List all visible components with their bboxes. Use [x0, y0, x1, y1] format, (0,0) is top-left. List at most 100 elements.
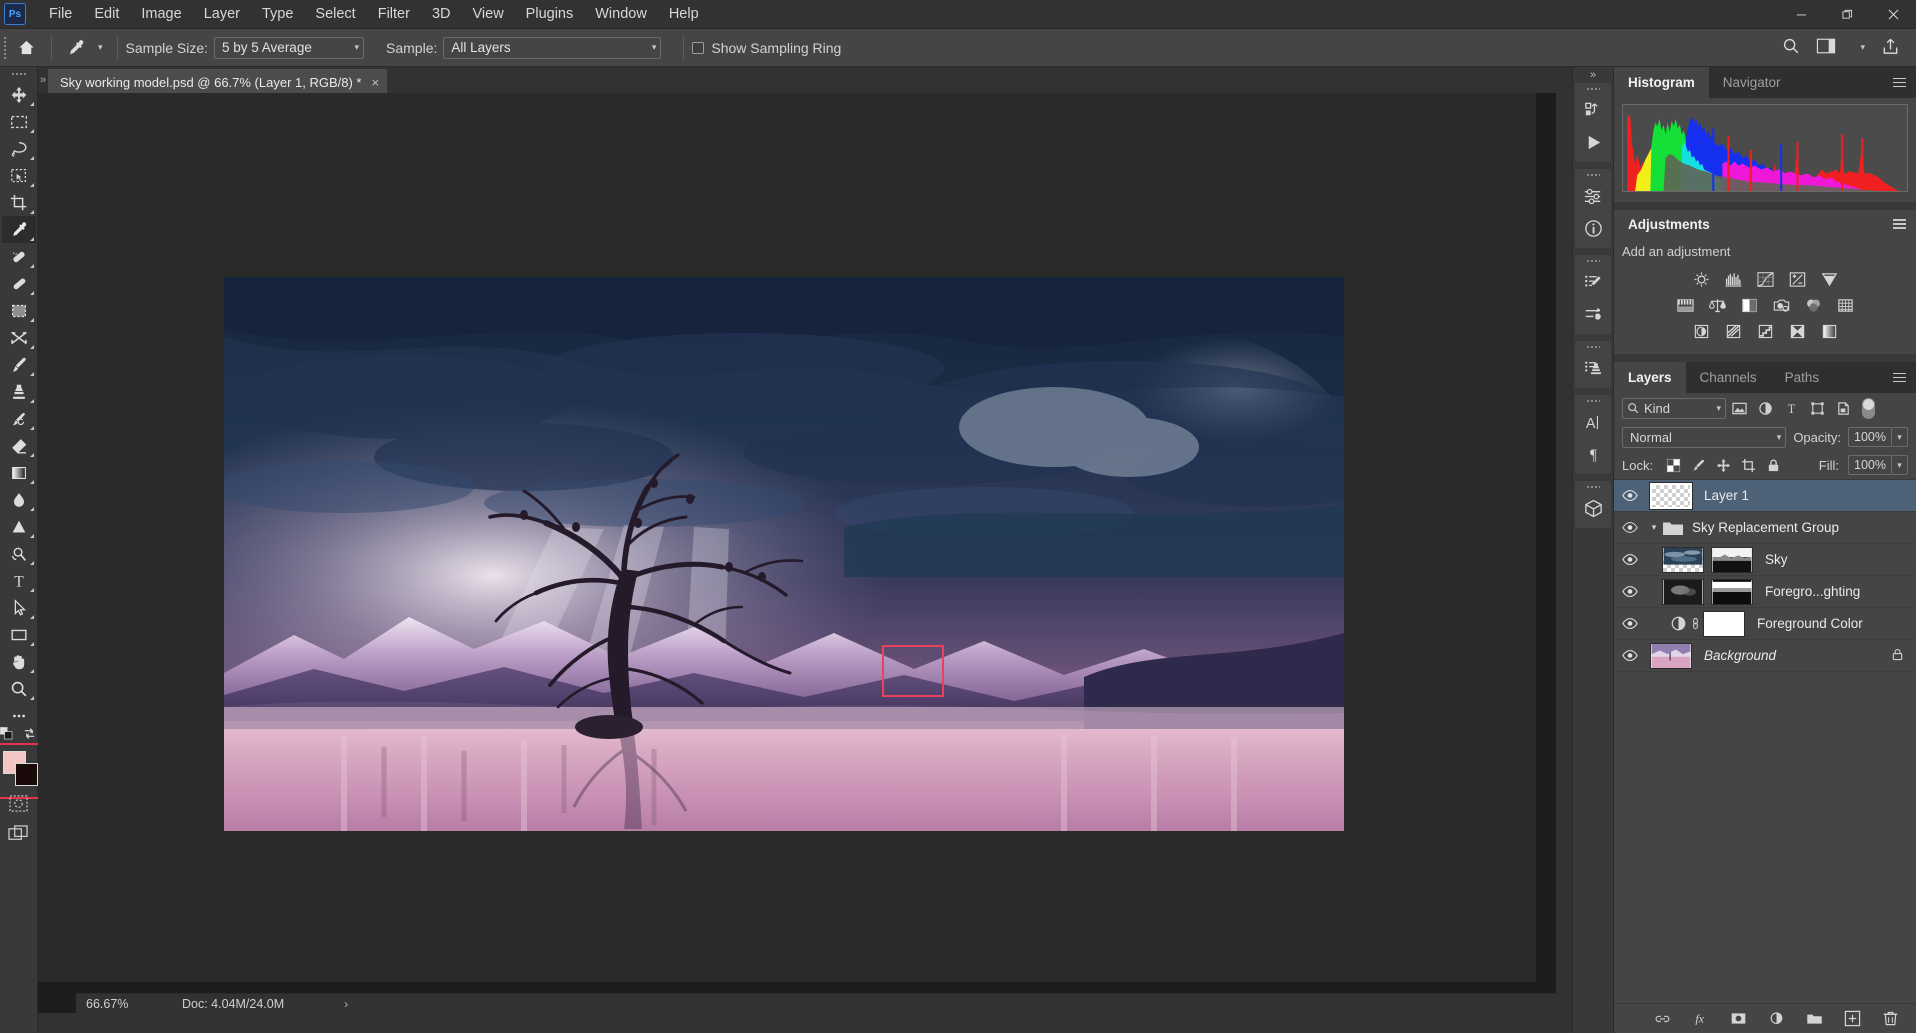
posterize-icon[interactable]	[1722, 321, 1744, 341]
workspace-icon[interactable]	[1816, 37, 1836, 58]
search-icon[interactable]	[1782, 37, 1800, 58]
dock-grip[interactable]	[1575, 83, 1611, 94]
document-window[interactable]	[38, 93, 1536, 982]
new-adjustment-layer-icon[interactable]	[1766, 1009, 1786, 1029]
new-group-icon[interactable]	[1804, 1009, 1824, 1029]
double-chevron-icon[interactable]: »	[1572, 67, 1614, 83]
selection-marquee[interactable]	[882, 645, 944, 697]
type-tool[interactable]: T	[2, 567, 36, 594]
path-selection-tool[interactable]	[2, 594, 36, 621]
clone-source-tool[interactable]	[2, 324, 36, 351]
dodge-tool[interactable]	[2, 513, 36, 540]
3d-cube-icon[interactable]	[1576, 492, 1610, 524]
menu-view[interactable]: View	[462, 3, 515, 25]
history-brush-tool[interactable]	[2, 405, 36, 432]
channel-mixer-icon[interactable]	[1802, 295, 1824, 315]
layer-thumbnail[interactable]	[1662, 547, 1704, 573]
menu-edit[interactable]: Edit	[83, 3, 130, 25]
show-sampling-ring-checkbox[interactable]	[692, 42, 704, 54]
default-colors-icon[interactable]	[0, 727, 13, 742]
eraser-tool[interactable]	[2, 432, 36, 459]
hand-tool[interactable]	[2, 648, 36, 675]
crop-tool[interactable]	[2, 189, 36, 216]
tab-layers[interactable]: Layers	[1614, 362, 1686, 393]
fill-value[interactable]: 100%	[1848, 455, 1892, 475]
brush-settings-icon[interactable]	[1576, 266, 1610, 298]
clone-stamp-tool[interactable]	[2, 378, 36, 405]
smart-object-filter-icon[interactable]	[1830, 397, 1856, 419]
tab-histogram[interactable]: Histogram	[1614, 67, 1709, 98]
vibrance-icon[interactable]	[1818, 269, 1840, 289]
document-tab[interactable]: Sky working model.psd @ 66.7% (Layer 1, …	[48, 69, 387, 93]
lasso-tool[interactable]	[2, 135, 36, 162]
menu-3d[interactable]: 3D	[421, 3, 462, 25]
threshold-icon[interactable]	[1754, 321, 1776, 341]
dock-grip[interactable]	[1575, 481, 1611, 492]
curves-icon[interactable]	[1754, 269, 1776, 289]
layer-mask-thumbnail[interactable]	[1711, 579, 1753, 605]
layer-mask-thumbnail[interactable]	[1711, 547, 1753, 573]
layer-visibility-toggle[interactable]	[1614, 585, 1646, 598]
panel-menu-icon[interactable]	[1883, 362, 1916, 393]
photo-filter-icon[interactable]	[1770, 295, 1792, 315]
zoom-tool[interactable]	[2, 675, 36, 702]
layer-visibility-toggle[interactable]	[1614, 489, 1646, 502]
group-disclosure-chevron-down-icon[interactable]: ▾	[1646, 522, 1662, 533]
layer-name[interactable]: Background	[1704, 648, 1776, 663]
menu-file[interactable]: File	[38, 3, 83, 25]
layer-name[interactable]: Foregro...ghting	[1765, 584, 1860, 599]
background-color-swatch[interactable]	[15, 763, 38, 786]
adjustments-sliders-icon[interactable]	[1576, 180, 1610, 212]
opacity-chevron-down-icon[interactable]: ▾	[1892, 427, 1908, 447]
clone-source-panel-icon[interactable]	[1576, 352, 1610, 384]
eyedropper-tool[interactable]	[2, 216, 36, 243]
opacity-value[interactable]: 100%	[1848, 427, 1892, 447]
quick-mask-icon[interactable]	[9, 795, 28, 815]
layer-visibility-toggle[interactable]	[1614, 649, 1646, 662]
color-balance-icon[interactable]	[1706, 295, 1728, 315]
link-layers-icon[interactable]	[1652, 1009, 1672, 1029]
document-image[interactable]	[224, 277, 1344, 831]
blur-tool[interactable]	[2, 486, 36, 513]
info-icon[interactable]	[1576, 212, 1610, 244]
menu-window[interactable]: Window	[584, 3, 658, 25]
close-icon[interactable]: ×	[372, 75, 380, 90]
adjustment-layer-filter-icon[interactable]	[1752, 397, 1778, 419]
panel-menu-icon[interactable]	[1883, 67, 1916, 98]
layer-thumbnail[interactable]	[1650, 643, 1692, 669]
home-icon[interactable]	[9, 31, 43, 65]
dock-grip[interactable]	[1575, 255, 1611, 266]
lock-transparent-pixels-icon[interactable]	[1662, 455, 1684, 475]
mask-link-icon[interactable]	[1687, 616, 1703, 631]
table-row[interactable]: Foreground Color	[1614, 608, 1916, 640]
sample-size-select[interactable]: 5 by 5 Average ▾	[214, 37, 364, 59]
layer-thumbnail[interactable]	[1662, 579, 1704, 605]
swap-colors-icon[interactable]	[23, 727, 36, 743]
layer-name[interactable]: Sky Replacement Group	[1692, 520, 1839, 535]
delete-layer-icon[interactable]	[1880, 1009, 1900, 1029]
black-white-icon[interactable]	[1738, 295, 1760, 315]
hue-saturation-icon[interactable]	[1674, 295, 1696, 315]
close-button[interactable]	[1870, 0, 1916, 29]
canvas-area[interactable]: 66.67% Doc: 4.04M/24.0M ›	[38, 93, 1556, 1013]
shape-layer-filter-icon[interactable]	[1804, 397, 1830, 419]
menu-image[interactable]: Image	[130, 3, 192, 25]
pen-tool[interactable]	[2, 540, 36, 567]
layer-visibility-toggle[interactable]	[1614, 521, 1646, 534]
table-row[interactable]: Foregro...ghting	[1614, 576, 1916, 608]
table-row[interactable]: Sky	[1614, 544, 1916, 576]
tool-preset-chevron-down-icon[interactable]: ▾	[98, 42, 103, 53]
layer-mask-thumbnail[interactable]	[1703, 611, 1745, 637]
rectangular-marquee-tool[interactable]	[2, 108, 36, 135]
lock-position-icon[interactable]	[1712, 455, 1734, 475]
color-lookup-icon[interactable]	[1834, 295, 1856, 315]
layer-list[interactable]: Layer 1 ▾ Sky Replacement Group	[1614, 479, 1916, 1003]
brush-presets-icon[interactable]	[1576, 298, 1610, 330]
pixel-layer-filter-icon[interactable]	[1726, 397, 1752, 419]
options-bar-grip[interactable]	[0, 29, 9, 67]
menu-select[interactable]: Select	[304, 3, 366, 25]
table-row[interactable]: ▾ Sky Replacement Group	[1614, 512, 1916, 544]
dock-grip[interactable]	[1575, 395, 1611, 406]
dock-grip[interactable]	[1575, 341, 1611, 352]
zoom-level[interactable]: 66.67%	[76, 997, 144, 1011]
